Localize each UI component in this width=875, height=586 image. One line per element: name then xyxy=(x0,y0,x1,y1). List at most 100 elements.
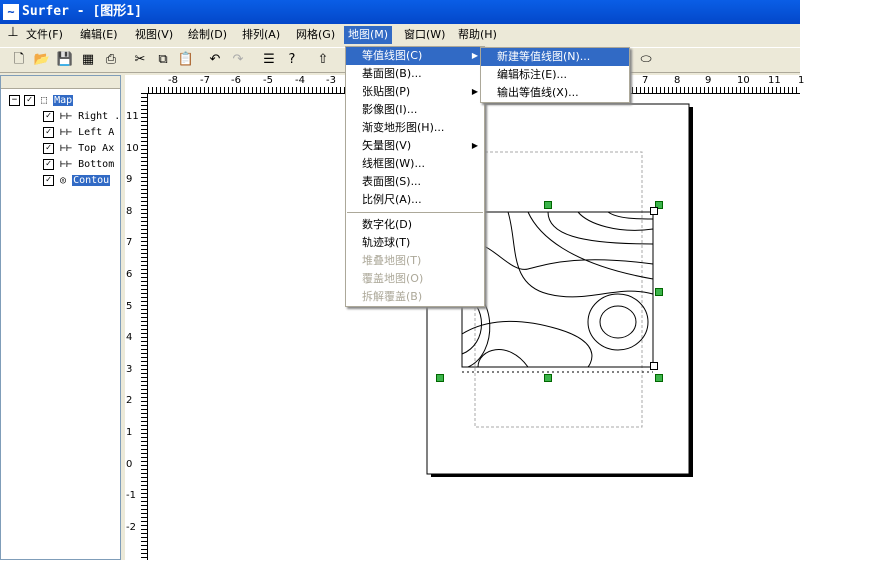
menu-item-label: 新建等值线图(N)... xyxy=(497,50,591,63)
ruler-label: 7 xyxy=(126,237,133,249)
menu-item[interactable]: 轨迹球(T) xyxy=(346,234,484,252)
menu-5[interactable]: 网格(G) xyxy=(292,26,339,44)
menu-6[interactable]: 地图(M) xyxy=(344,26,393,44)
redo-icon[interactable]: ↷ xyxy=(229,51,247,69)
menu-item-label: 堆叠地图(T) xyxy=(362,254,422,267)
object-tree-icon[interactable]: ☰ xyxy=(260,51,278,69)
up-arrow-icon[interactable]: ⇧ xyxy=(314,51,332,69)
new-icon[interactable]: 🗋 xyxy=(10,51,28,69)
menu-item-label: 轨迹球(T) xyxy=(362,236,411,249)
selection-handle[interactable] xyxy=(650,362,658,370)
menu-item[interactable]: 编辑标注(E)... xyxy=(481,66,629,84)
menu-item[interactable]: 影像图(I)... xyxy=(346,101,484,119)
ruler-label: -1 xyxy=(126,490,136,502)
cut-icon[interactable]: ✂ xyxy=(131,51,149,69)
menu-item[interactable]: 数字化(D) xyxy=(346,216,484,234)
print-icon[interactable]: ⎙ xyxy=(102,51,120,69)
ruler-label: 11 xyxy=(768,75,781,86)
ruler-label: -6 xyxy=(231,75,241,86)
menu-item[interactable]: 张贴图(P) ▶ xyxy=(346,83,484,101)
checkbox[interactable]: ✓ xyxy=(43,126,54,138)
ruler-label: -3 xyxy=(326,75,336,86)
menu-item-label: 比例尺(A)... xyxy=(362,193,422,206)
checkbox[interactable]: ✓ xyxy=(43,142,54,154)
tree-item-label: Left A xyxy=(78,127,115,138)
save-icon[interactable]: 💾 xyxy=(56,51,74,69)
tree-item[interactable]: ✓ ⊢⊢ Left A xyxy=(39,126,114,140)
checkbox[interactable]: ✓ xyxy=(24,94,35,106)
axis-icon: ⊢⊢ xyxy=(54,127,79,138)
submenu-arrow-icon: ▶ xyxy=(471,51,478,60)
ruler-label: 9 xyxy=(126,174,133,186)
selection-handle[interactable] xyxy=(544,374,552,382)
ruler-label: 6 xyxy=(126,269,133,280)
menu-item-label: 影像图(I)... xyxy=(362,103,418,116)
menu-item[interactable]: 线框图(W)... xyxy=(346,155,484,173)
menu-item[interactable]: 渐变地形图(H)... xyxy=(346,119,484,137)
tree-item[interactable]: ✓ ⊢⊢ Bottom xyxy=(39,158,114,172)
menu-4[interactable]: 排列(A) xyxy=(238,26,284,44)
menu-item[interactable]: 基面图(B)... xyxy=(346,65,484,83)
ruler-label: 4 xyxy=(126,332,133,344)
ruler-label: -7 xyxy=(200,75,210,86)
checkbox[interactable]: ✓ xyxy=(43,110,54,122)
menu-bar: ⊥ 文件(F) 编辑(E) 视图(V) 绘制(D) 排列(A) 网格(G) 地图(M) 窗口(… xyxy=(0,24,800,46)
ruler-label: 8 xyxy=(674,75,681,86)
help-pointer-icon[interactable]: ? xyxy=(283,51,301,69)
menu-item-label: 输出等值线(X)... xyxy=(497,86,579,99)
map-frame-icon: ⬚ xyxy=(35,95,54,106)
selection-handle[interactable] xyxy=(544,201,552,209)
selection-handle[interactable] xyxy=(650,207,658,215)
menu-item[interactable]: 矢量图(V) ▶ xyxy=(346,137,484,155)
paste-icon[interactable]: 📋 xyxy=(177,51,195,69)
ruler-label: -2 xyxy=(126,521,136,533)
open-icon[interactable]: 📂 xyxy=(33,51,51,69)
tree-item[interactable]: ✓ ◎ Contou xyxy=(39,174,111,188)
menu-item-label: 张贴图(P) xyxy=(362,85,411,98)
selection-handle[interactable] xyxy=(655,374,663,382)
ruler-label: 3 xyxy=(126,363,133,375)
menu-item[interactable]: 比例尺(A)... xyxy=(346,191,484,209)
selection-handle[interactable] xyxy=(436,374,444,382)
menu-item-label: 线框图(W)... xyxy=(362,157,425,170)
tree-item-label: Right . xyxy=(78,111,121,122)
ruler-label: 8 xyxy=(126,205,133,217)
menu-item-label: 拆解覆盖(B) xyxy=(362,290,423,303)
ruler-label: 1 xyxy=(126,427,133,438)
undo-icon[interactable]: ↶ xyxy=(206,51,224,69)
menu-item-label: 基面图(B)... xyxy=(362,67,422,80)
app-menu-icon[interactable]: ⊥ xyxy=(4,24,22,42)
menu-0[interactable]: 文件(F) xyxy=(22,26,67,44)
table-icon[interactable]: ▦ xyxy=(79,51,97,69)
ruler-label: 0 xyxy=(126,458,133,470)
tree-item[interactable]: ✓ ⊢⊢ Top Ax xyxy=(39,142,114,156)
tree-item-label: Bottom xyxy=(78,159,115,170)
contour-submenu: 新建等值线图(N)... 编辑标注(E)... 输出等值线(X)... xyxy=(480,47,630,103)
object-manager: − ✓ ⬚ Map ✓ ⊢⊢ Right . ✓ ⊢⊢ Left A ✓ ⊢⊢ Top … xyxy=(0,75,121,560)
checkbox[interactable]: ✓ xyxy=(43,174,54,186)
menu-3[interactable]: 绘制(D) xyxy=(184,26,231,44)
ruler-label: -8 xyxy=(168,75,178,86)
axis-icon: ⊢⊢ xyxy=(54,111,79,122)
ruler-label: 5 xyxy=(126,300,133,312)
collapse-icon[interactable]: − xyxy=(9,94,20,106)
checkbox[interactable]: ✓ xyxy=(43,158,54,170)
title-bar: ~ Surfer - [图形1] xyxy=(0,0,800,24)
menu-8[interactable]: 帮助(H) xyxy=(454,26,501,44)
copy-icon[interactable]: ⧉ xyxy=(154,51,172,69)
ruler-label: 9 xyxy=(705,75,712,86)
ellipse-icon[interactable]: ⬭ xyxy=(637,51,655,69)
submenu-arrow-icon: ▶ xyxy=(471,87,478,96)
selection-handle[interactable] xyxy=(655,288,663,296)
menu-item[interactable]: 表面图(S)... xyxy=(346,173,484,191)
menu-7[interactable]: 窗口(W) xyxy=(400,26,449,44)
menu-item[interactable]: 等值线图(C) ▶ xyxy=(346,47,484,65)
menu-item-label: 编辑标注(E)... xyxy=(497,68,568,81)
tree-item[interactable]: ✓ ⊢⊢ Right . xyxy=(39,110,120,124)
menu-item[interactable]: 新建等值线图(N)... xyxy=(481,48,629,66)
ruler-label: 1 xyxy=(798,75,805,86)
menu-1[interactable]: 编辑(E) xyxy=(76,26,122,44)
menu-2[interactable]: 视图(V) xyxy=(131,26,177,44)
menu-item[interactable]: 输出等值线(X)... xyxy=(481,84,629,102)
tree-item[interactable]: − ✓ ⬚ Map xyxy=(9,94,74,108)
